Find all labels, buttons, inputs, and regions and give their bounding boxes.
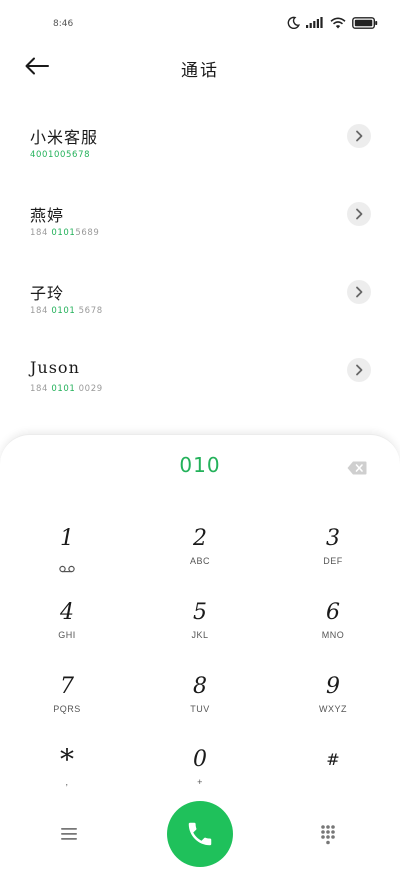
key-6[interactable]: 6 MNO <box>293 600 373 656</box>
phone-icon <box>188 822 212 846</box>
key-7[interactable]: 7 PQRS <box>27 674 107 730</box>
key-digit: # <box>326 750 340 769</box>
number-match: 0101 <box>51 228 76 238</box>
contact-detail-button[interactable] <box>347 280 371 304</box>
chevron-right-icon <box>356 130 363 142</box>
app-header: 通话 <box>0 50 400 90</box>
contact-number: 184 01015689 <box>30 228 100 238</box>
key-letters: TUV <box>190 704 210 714</box>
contact-name: 子玲 <box>30 284 65 303</box>
number-match: 0101 <box>51 306 76 316</box>
contact-detail-button[interactable] <box>347 202 371 226</box>
moon-icon <box>287 16 300 29</box>
key-letters: ABC <box>189 556 210 566</box>
call-button[interactable] <box>167 801 233 867</box>
key-digit: 0 <box>193 747 207 772</box>
key-5[interactable]: 5 JKL <box>160 600 240 656</box>
key-letters: JKL <box>191 630 209 640</box>
key-digit: 6 <box>326 600 340 625</box>
chevron-right-icon <box>356 286 363 298</box>
key-digit: 3 <box>326 526 340 551</box>
contact-number: 184 0101 0029 <box>30 384 103 394</box>
dial-input[interactable]: 010 <box>0 453 400 477</box>
contact-detail-button[interactable] <box>347 124 371 148</box>
contact-row[interactable]: 子玲 184 0101 5678 <box>0 280 400 340</box>
contact-row[interactable]: 燕婷 184 01015689 <box>0 202 400 262</box>
key-letters: WXYZ <box>319 704 347 714</box>
key-letters: PQRS <box>53 704 81 714</box>
key-digit: 2 <box>193 526 207 551</box>
voicemail-icon <box>59 558 75 577</box>
status-time: 8:46 <box>53 19 74 29</box>
page-title: 通话 <box>181 61 219 81</box>
key-letters: GHI <box>58 630 76 640</box>
backspace-icon <box>347 461 367 475</box>
contact-name: 燕婷 <box>30 206 65 225</box>
key-4[interactable]: 4 GHI <box>27 600 107 656</box>
wifi-icon <box>330 17 346 29</box>
key-8[interactable]: 8 TUV <box>160 674 240 730</box>
menu-button[interactable] <box>60 826 80 844</box>
battery-icon <box>352 16 378 29</box>
contact-name: 小米客服 <box>30 128 99 147</box>
number-match: 4001005678 <box>30 150 91 160</box>
key-digit: 7 <box>60 674 74 699</box>
key-3[interactable]: 3 DEF <box>293 526 373 582</box>
key-digit: 8 <box>193 674 207 699</box>
key-digit: * <box>60 743 74 776</box>
key-star[interactable]: * , <box>27 743 107 803</box>
status-icons <box>287 16 378 29</box>
key-9[interactable]: 9 WXYZ <box>293 674 373 730</box>
chevron-right-icon <box>356 364 363 376</box>
key-2[interactable]: 2 ABC <box>160 526 240 582</box>
key-letters: , <box>65 777 69 787</box>
menu-icon <box>61 828 77 840</box>
number-match: 0101 <box>51 384 76 394</box>
status-bar: 8:46 <box>0 0 400 50</box>
key-letters: + <box>197 777 203 787</box>
key-digit: 1 <box>60 526 74 551</box>
key-0[interactable]: 0 + <box>160 747 240 803</box>
chevron-right-icon <box>356 208 363 220</box>
contact-detail-button[interactable] <box>347 358 371 382</box>
key-digit: 9 <box>326 674 340 699</box>
key-digit: 4 <box>60 600 74 625</box>
key-digit: 5 <box>193 600 207 625</box>
key-letters: MNO <box>321 630 345 640</box>
key-hash[interactable]: # <box>293 747 373 803</box>
keypad-toggle-button[interactable] <box>320 824 336 846</box>
backspace-button[interactable] <box>347 460 367 475</box>
contact-name: Juson <box>30 358 80 377</box>
contact-number: 4001005678 <box>30 150 90 160</box>
contact-row[interactable]: 小米客服 4001005678 <box>0 124 400 184</box>
signal-icon <box>306 17 324 28</box>
dialpad-icon <box>321 825 335 845</box>
key-letters: DEF <box>323 556 343 566</box>
key-1[interactable]: 1 <box>27 526 107 582</box>
dialer-bottom-bar <box>0 800 400 870</box>
contact-row[interactable]: Juson 184 0101 0029 <box>0 358 400 418</box>
contact-number: 184 0101 5678 <box>30 306 103 316</box>
